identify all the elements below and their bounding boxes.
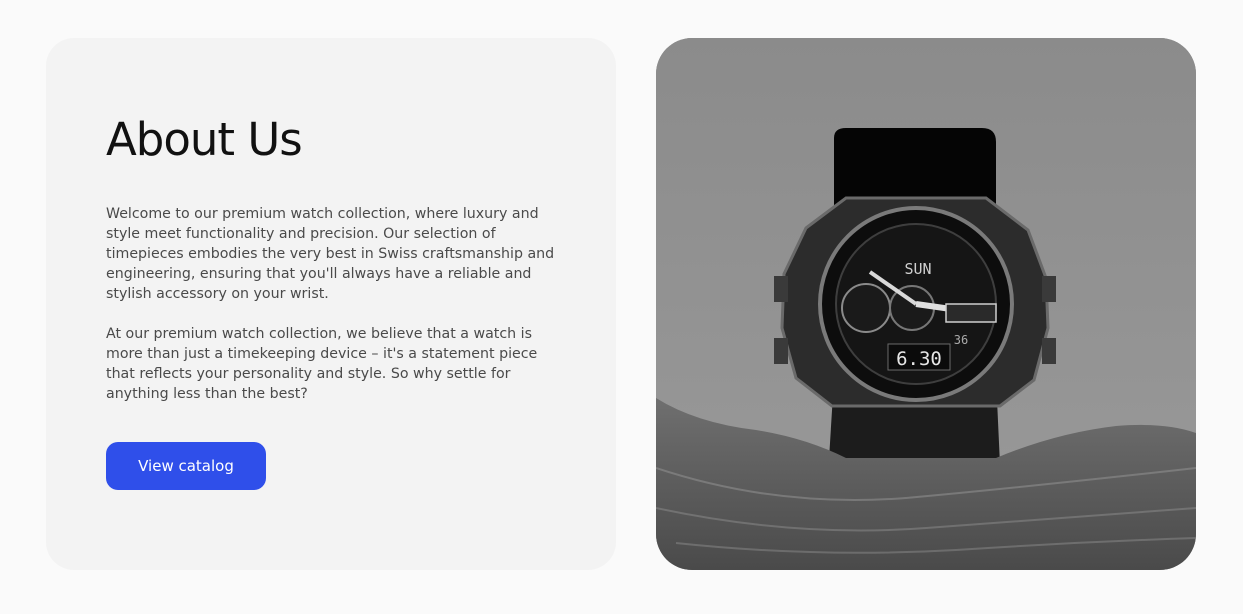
- about-paragraph-1: Welcome to our premium watch collection,…: [106, 206, 555, 302]
- about-card: About Us Welcome to our premium watch co…: [46, 38, 616, 570]
- watch-seconds-text: 36: [954, 333, 968, 347]
- about-paragraph-2: At our premium watch collection, we beli…: [106, 326, 538, 402]
- watch-image: SUN 6.30 36: [656, 38, 1196, 570]
- view-catalog-button[interactable]: View catalog: [106, 442, 266, 490]
- watch-photo: SUN 6.30 36: [656, 38, 1196, 570]
- watch-time-text: 6.30: [896, 348, 942, 370]
- about-title: About Us: [106, 113, 303, 166]
- watch-day-text: SUN: [904, 260, 931, 278]
